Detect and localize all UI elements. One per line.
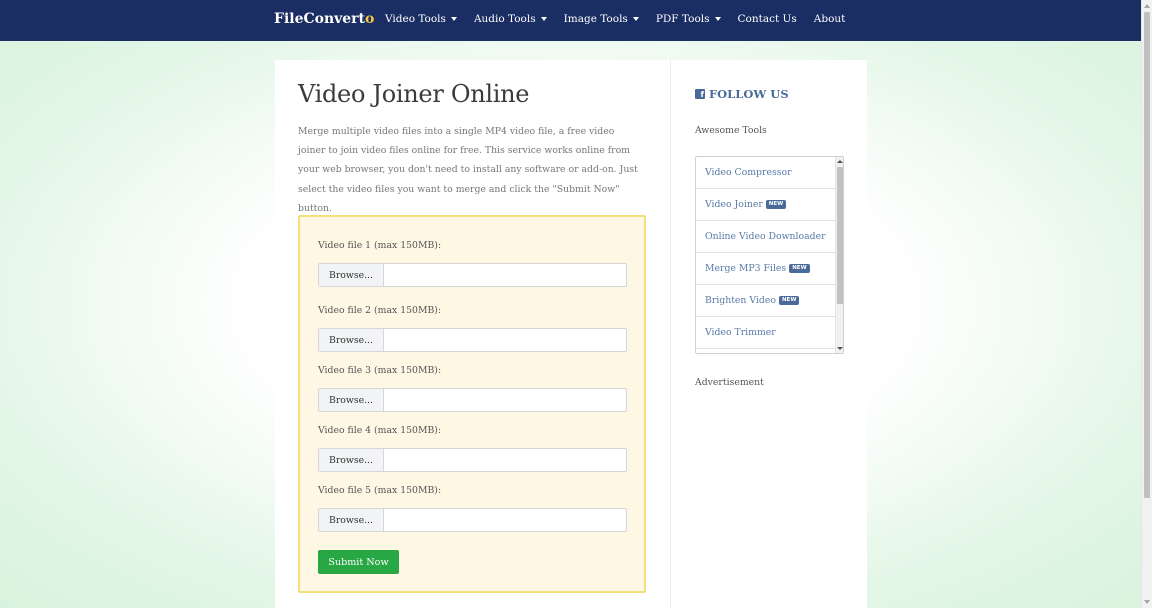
nav-about[interactable]: About	[814, 13, 846, 25]
file-label-4: Video file 4 (max 150MB):	[318, 425, 442, 436]
facebook-icon: f	[695, 89, 705, 99]
brand-accent: o	[365, 11, 375, 27]
nav-menu: Video Tools Audio Tools Image Tools PDF …	[385, 13, 862, 25]
tool-link-merge-mp3-files[interactable]: Merge MP3 Files NEW	[696, 253, 835, 285]
tool-label: Video Trimmer	[705, 327, 776, 338]
tool-label: Brighten Video	[705, 295, 776, 306]
nav-pdf-tools-label: PDF Tools	[655, 13, 710, 25]
tools-list[interactable]: Video Compressor Video Joiner NEW Online …	[695, 156, 844, 354]
file-label-5: Video file 5 (max 150MB):	[318, 485, 442, 496]
nav-about-label: About	[813, 13, 846, 25]
browse-button-4[interactable]: Browse...	[319, 449, 384, 471]
tools-list-scroll-thumb[interactable]	[837, 167, 843, 304]
tool-link-online-video-downloader[interactable]: Online Video Downloader	[696, 221, 835, 253]
file-input-4[interactable]: Browse...	[318, 448, 627, 472]
top-navbar: FileConverto Video Tools Audio Tools Ima…	[0, 0, 1141, 41]
tool-link-video-trimmer[interactable]: Video Trimmer	[696, 317, 835, 349]
follow-us-label: FOLLOW US	[709, 87, 789, 101]
caret-down-icon	[632, 17, 639, 21]
nav-contact-us[interactable]: Contact Us	[738, 13, 797, 25]
caret-down-icon	[540, 17, 547, 21]
nav-image-tools-label: Image Tools	[563, 13, 628, 25]
awesome-tools-heading: Awesome Tools	[695, 125, 767, 136]
browse-button-3[interactable]: Browse...	[319, 389, 384, 411]
file-name-5[interactable]	[384, 509, 626, 531]
sidebar: f FOLLOW US Awesome Tools Video Compress…	[670, 60, 867, 608]
tool-label: Online Video Downloader	[705, 231, 826, 242]
page-title: Video Joiner Online	[298, 80, 530, 108]
submit-button[interactable]: Submit Now	[318, 550, 399, 574]
scroll-down-icon[interactable]	[837, 347, 843, 350]
nav-audio-tools-label: Audio Tools	[473, 13, 536, 25]
file-label-1: Video file 1 (max 150MB):	[318, 240, 442, 251]
caret-down-icon	[714, 17, 721, 21]
new-badge: NEW	[765, 200, 787, 209]
site-logo[interactable]: FileConverto	[274, 11, 374, 27]
scroll-down-icon[interactable]	[1144, 600, 1150, 604]
page-scrollbar[interactable]	[1141, 0, 1152, 608]
caret-down-icon	[450, 17, 457, 21]
nav-image-tools[interactable]: Image Tools	[564, 13, 639, 25]
tool-link-video-compressor[interactable]: Video Compressor	[696, 157, 835, 189]
brand-main: FileConvert	[274, 11, 366, 27]
file-input-5[interactable]: Browse...	[318, 508, 627, 532]
scrollbar-thumb[interactable]	[1144, 12, 1150, 498]
browse-button-1[interactable]: Browse...	[319, 264, 384, 286]
scroll-up-icon[interactable]	[1144, 4, 1150, 8]
advertisement-label: Advertisement	[695, 377, 764, 388]
nav-contact-us-label: Contact Us	[737, 13, 797, 25]
tool-label: Video Compressor	[705, 167, 792, 178]
main-content: Video Joiner Online Merge multiple video…	[275, 60, 670, 608]
new-badge: NEW	[778, 296, 800, 305]
file-input-1[interactable]: Browse...	[318, 263, 627, 287]
file-name-3[interactable]	[384, 389, 626, 411]
file-input-2[interactable]: Browse...	[318, 328, 627, 352]
intro-text: Merge multiple video files into a single…	[298, 126, 638, 214]
file-name-4[interactable]	[384, 449, 626, 471]
tool-link-brighten-video[interactable]: Brighten Video NEW	[696, 285, 835, 317]
nav-audio-tools[interactable]: Audio Tools	[474, 13, 547, 25]
tool-label: Merge MP3 Files	[705, 263, 787, 274]
file-label-3: Video file 3 (max 150MB):	[318, 365, 442, 376]
tool-label: Video Joiner	[705, 199, 763, 210]
file-label-2: Video file 2 (max 150MB):	[318, 305, 442, 316]
browse-button-5[interactable]: Browse...	[319, 509, 384, 531]
tools-list-scrollbar[interactable]	[835, 157, 843, 353]
upload-form: Video file 1 (max 150MB): Browse... Vide…	[298, 215, 646, 593]
nav-video-tools[interactable]: Video Tools	[385, 13, 457, 25]
browse-button-2[interactable]: Browse...	[319, 329, 384, 351]
follow-us-link[interactable]: f FOLLOW US	[695, 87, 789, 101]
tool-link-video-joiner[interactable]: Video Joiner NEW	[696, 189, 835, 221]
new-badge: NEW	[789, 264, 810, 273]
file-name-1[interactable]	[384, 264, 626, 286]
nav-pdf-tools[interactable]: PDF Tools	[656, 13, 721, 25]
file-name-2[interactable]	[384, 329, 626, 351]
nav-video-tools-label: Video Tools	[385, 13, 446, 25]
scroll-up-icon[interactable]	[837, 160, 843, 163]
file-input-3[interactable]: Browse...	[318, 388, 627, 412]
